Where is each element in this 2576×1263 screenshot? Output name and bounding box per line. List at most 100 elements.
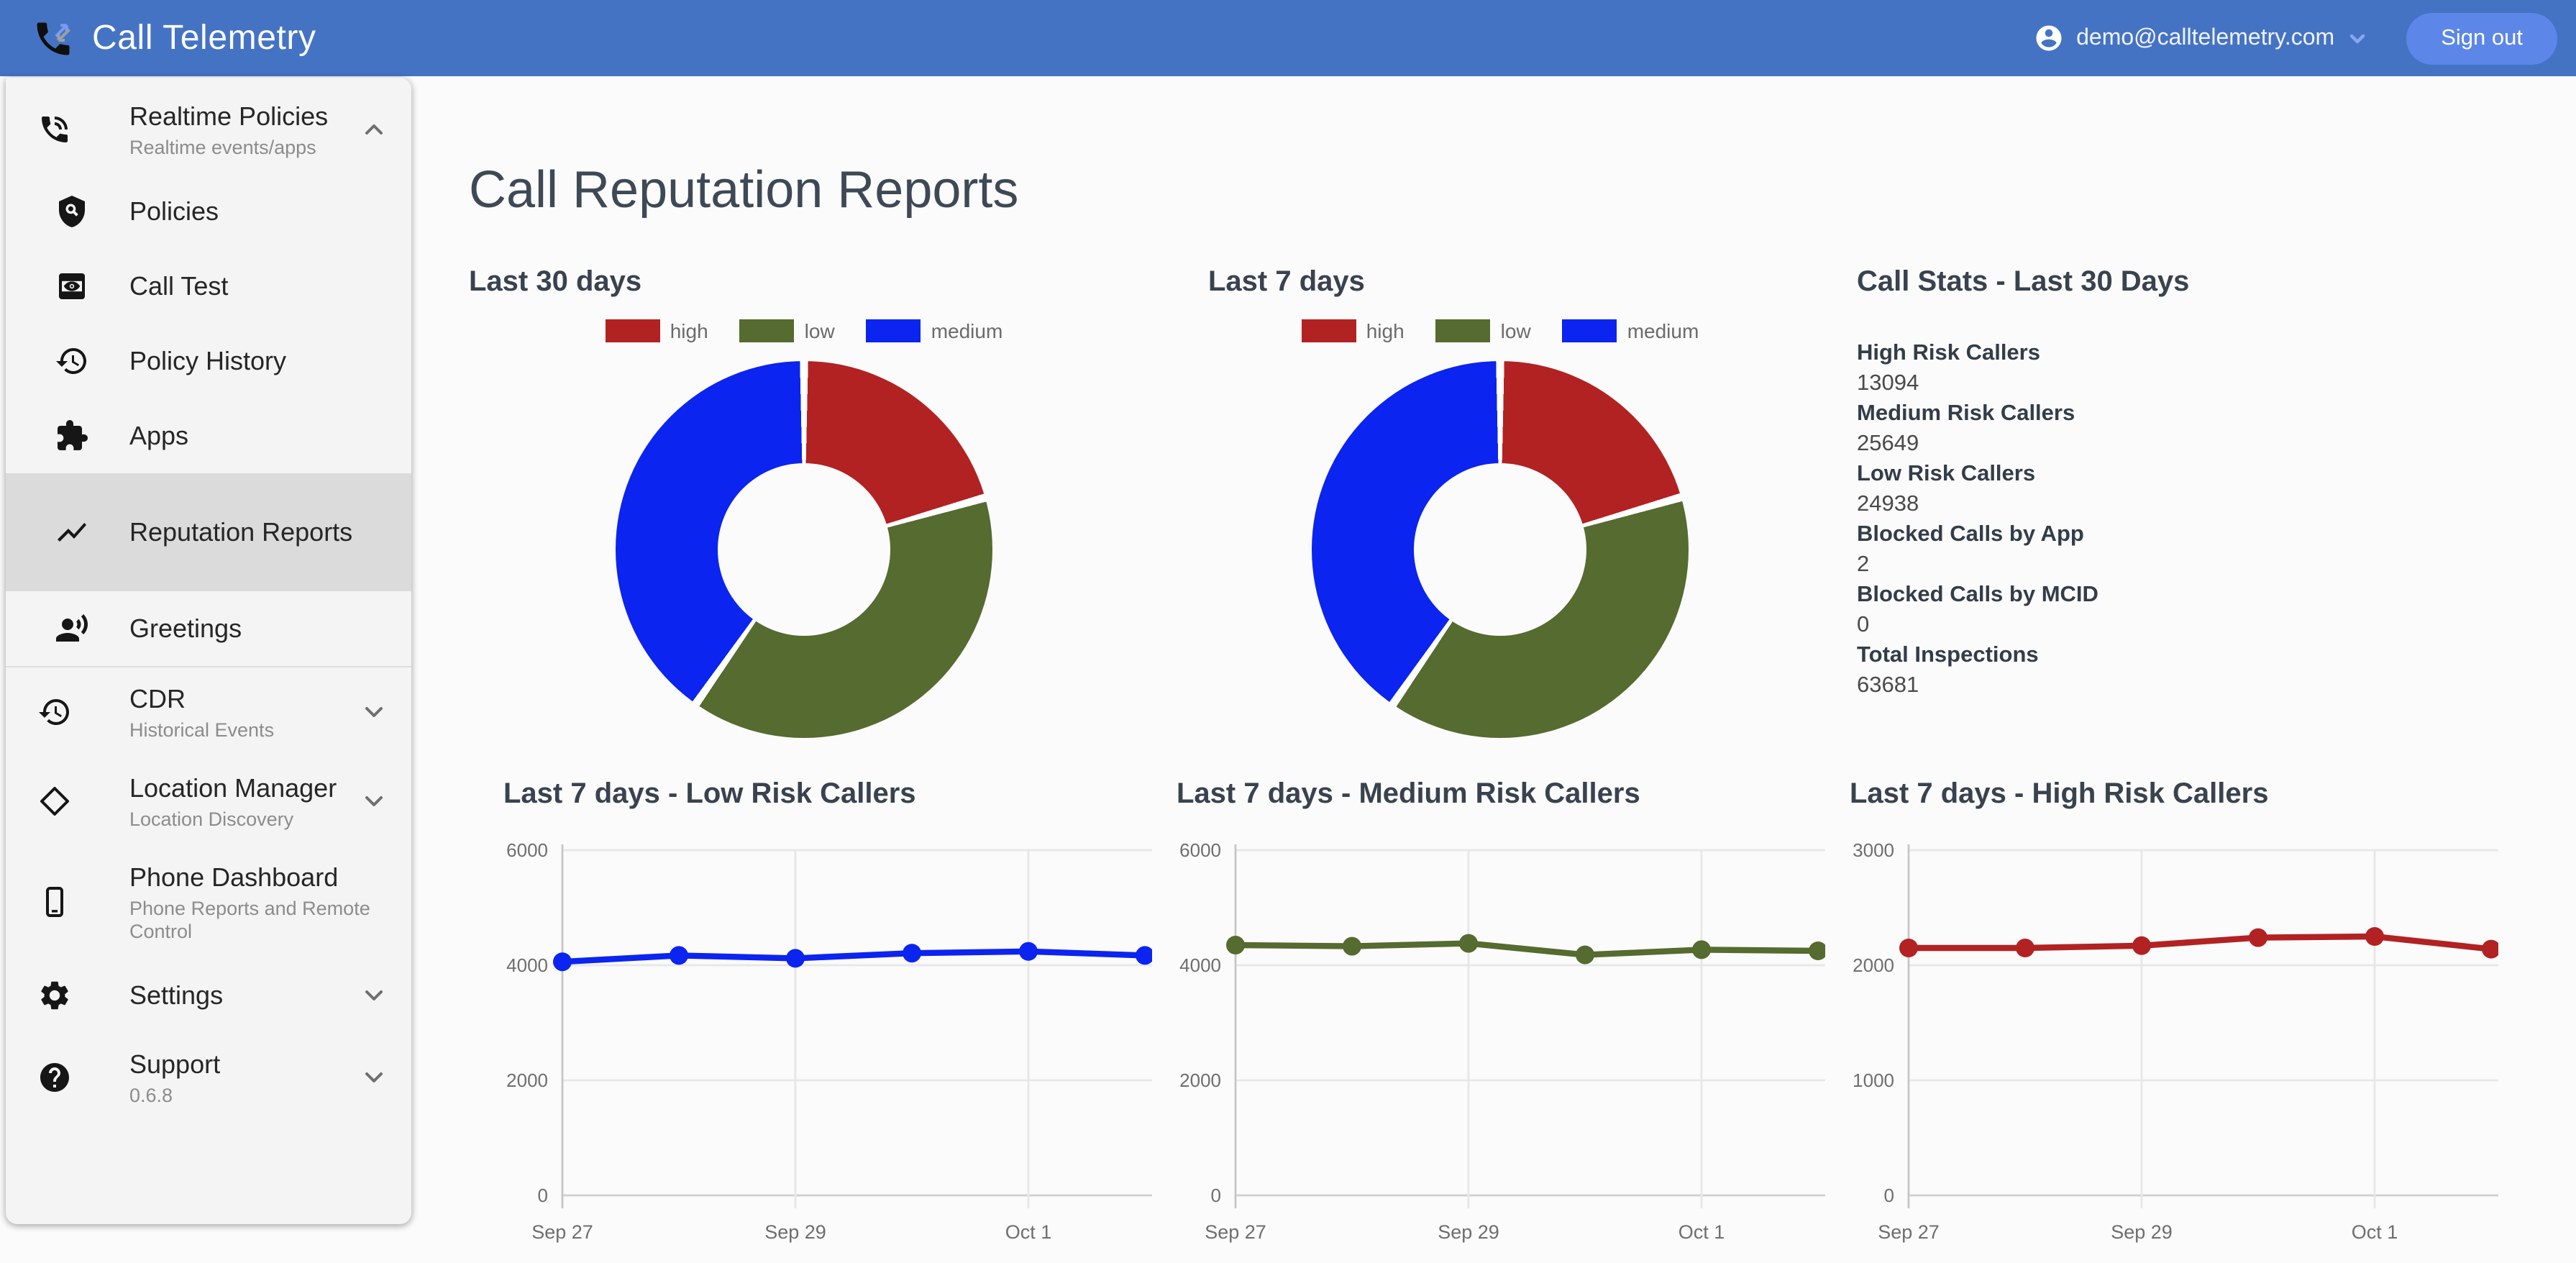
- svg-text:Sep 29: Sep 29: [764, 1221, 826, 1243]
- sidebar-item-cdr[interactable]: CDR Historical Events: [6, 667, 411, 757]
- sidebar-item-text: Call Test: [129, 270, 228, 302]
- stat-value: 13094: [1857, 371, 1919, 396]
- sidebar-item-sublabel: Historical Events: [129, 719, 275, 740]
- sidebar-item-sublabel: Location Discovery: [129, 808, 294, 829]
- donut-hole: [1414, 463, 1586, 636]
- user-cluster: demo@calltelemetry.com Sign out: [2033, 0, 2557, 76]
- chevron-down-icon: [360, 787, 388, 816]
- svg-text:Sep 27: Sep 27: [1205, 1221, 1266, 1243]
- app-root: Call Telemetry demo@calltelemetry.com Si…: [0, 0, 2576, 1262]
- svg-text:Sep 27: Sep 27: [1878, 1221, 1940, 1243]
- stat-value: 63681: [1857, 673, 1919, 698]
- svg-text:0: 0: [1211, 1185, 1221, 1206]
- stat-value: 0: [1857, 613, 1870, 637]
- sidebar-item-label: Support: [129, 1049, 221, 1078]
- line-chart-line-high-risk: 0 1000 2000 3000 Sep 27 Sep 29 Oct 1: [1853, 839, 2498, 1243]
- svg-text:4000: 4000: [1179, 954, 1221, 976]
- sidebar-item-apps[interactable]: Apps: [6, 398, 411, 473]
- legend-swatch-low: [739, 319, 795, 342]
- stat-label: Low Risk Callers: [1857, 462, 2036, 486]
- history-icon: [37, 695, 72, 729]
- puzzle-icon: [55, 419, 89, 453]
- legend-label: low: [1500, 319, 1531, 342]
- sidebar-item-text: Phone Dashboard Phone Reports and Remote …: [129, 861, 388, 943]
- svg-text:3000: 3000: [1853, 839, 1894, 861]
- chevron-up-icon: [360, 115, 388, 144]
- stat-value: 24938: [1857, 492, 1919, 516]
- app-title: Call Telemetry: [92, 18, 316, 57]
- line-chart-line-low-risk: 0 2000 4000 6000 Sep 27 Sep 29 Oct 1: [506, 839, 1152, 1243]
- location-diamond-icon: [37, 784, 72, 819]
- sidebar-item-realtime-policies[interactable]: Realtime Policies Realtime events/apps: [6, 85, 411, 174]
- stat-label: Blocked Calls by MCID: [1857, 583, 2098, 607]
- line-chart-block-line-low-risk: Last 7 days - Low Risk Callers 0 2000 4000 6…: [476, 778, 1152, 1263]
- sidebar-item-label: Call Test: [129, 272, 229, 301]
- chevron-down-icon: [360, 698, 388, 726]
- svg-text:0: 0: [1884, 1185, 1894, 1206]
- svg-text:2000: 2000: [1179, 1070, 1221, 1091]
- svg-text:4000: 4000: [506, 954, 548, 976]
- legend-label: medium: [931, 319, 1003, 342]
- sidebar-item-label: Policy History: [129, 347, 287, 375]
- stat-value: 2: [1857, 552, 1870, 577]
- chart-title: Last 7 days: [1208, 266, 1365, 298]
- sidebar-item-text: Location Manager Location Discovery: [129, 772, 337, 831]
- sidebar-item-location-manager[interactable]: Location Manager Location Discovery: [6, 757, 411, 846]
- sign-out-button[interactable]: Sign out: [2406, 12, 2557, 64]
- svg-text:Sep 29: Sep 29: [2111, 1221, 2173, 1243]
- svg-text:1000: 1000: [1853, 1070, 1894, 1091]
- svg-text:6000: 6000: [506, 839, 548, 861]
- phone-in-talk-icon: [37, 112, 72, 147]
- chart-title: Last 30 days: [469, 266, 642, 298]
- sidebar-item-label: Greetings: [129, 614, 242, 643]
- gear-icon: [37, 978, 72, 1013]
- sidebar-item-call-test[interactable]: Call Test: [6, 249, 411, 324]
- svg-text:2000: 2000: [506, 1070, 548, 1091]
- sidebar-item-greetings[interactable]: Greetings: [6, 591, 411, 666]
- page-title: Call Reputation Reports: [469, 160, 1019, 219]
- trend-line-icon: [55, 515, 89, 550]
- stat-label: Medium Risk Callers: [1857, 401, 2075, 426]
- stat-label: High Risk Callers: [1857, 341, 2040, 365]
- sidebar-item-text: Support 0.6.8: [129, 1048, 220, 1107]
- legend-item-low: low: [1435, 319, 1531, 342]
- help-circle-icon: [37, 1060, 72, 1095]
- sidebar-item-reputation-reports[interactable]: Reputation Reports: [6, 473, 411, 591]
- stat-label: Blocked Calls by App: [1857, 522, 2084, 547]
- svg-text:0: 0: [538, 1185, 548, 1206]
- chart-title: Last 7 days - Low Risk Callers: [503, 778, 916, 810]
- legend-item-medium: medium: [866, 319, 1003, 342]
- donut-chart-block-donut-last-7-days: Last 7 days high low medium: [1165, 266, 1835, 738]
- chart-title: Last 7 days - High Risk Callers: [1850, 778, 2269, 810]
- sidebar-item-support[interactable]: Support 0.6.8: [6, 1033, 411, 1122]
- sidebar-item-label: Settings: [129, 981, 224, 1010]
- sidebar-item-settings[interactable]: Settings: [6, 958, 411, 1033]
- user-avatar-icon: [2033, 23, 2063, 53]
- smartphone-icon: [37, 885, 72, 919]
- donut-chart-block-donut-last-30-days: Last 30 days high low medium: [469, 266, 1139, 738]
- user-email[interactable]: demo@calltelemetry.com: [2076, 25, 2334, 51]
- call-stats-title: Call Stats - Last 30 Days: [1857, 266, 2190, 298]
- sidebar-item-label: Phone Dashboard: [129, 862, 339, 891]
- sidebar-item-text: Apps: [129, 420, 188, 452]
- stat-value: 25649: [1857, 432, 1919, 456]
- legend-item-low: low: [739, 319, 835, 342]
- legend-item-medium: medium: [1562, 319, 1699, 342]
- svg-text:Oct 1: Oct 1: [2352, 1221, 2398, 1243]
- sidebar-item-policy-history[interactable]: Policy History: [6, 324, 411, 398]
- call-stats-panel: Call Stats - Last 30 Days High Risk Call…: [1857, 266, 2490, 701]
- sidebar-item-policies[interactable]: Policies: [6, 174, 411, 249]
- legend-swatch-high: [1301, 319, 1356, 342]
- line-chart-block-line-medium-risk: Last 7 days - Medium Risk Callers 0 2000 40…: [1149, 778, 1825, 1263]
- sidebar-item-text: Policy History: [129, 345, 286, 377]
- donut-chart-donut-last-7-days: [1312, 361, 1689, 738]
- sidebar-item-phone-dashboard[interactable]: Phone Dashboard Phone Reports and Remote …: [6, 846, 411, 958]
- svg-text:Sep 27: Sep 27: [531, 1221, 593, 1243]
- chevron-down-icon: [360, 1063, 388, 1092]
- svg-text:6000: 6000: [1179, 839, 1221, 861]
- sidebar-item-sublabel: 0.6.8: [129, 1084, 173, 1105]
- user-menu-chevron-down-icon[interactable]: [2346, 27, 2369, 50]
- line-chart-line-medium-risk: 0 2000 4000 6000 Sep 27 Sep 29 Oct 1: [1179, 839, 1825, 1243]
- sidebar-item-text: Reputation Reports: [129, 516, 352, 548]
- svg-text:Sep 29: Sep 29: [1438, 1221, 1499, 1243]
